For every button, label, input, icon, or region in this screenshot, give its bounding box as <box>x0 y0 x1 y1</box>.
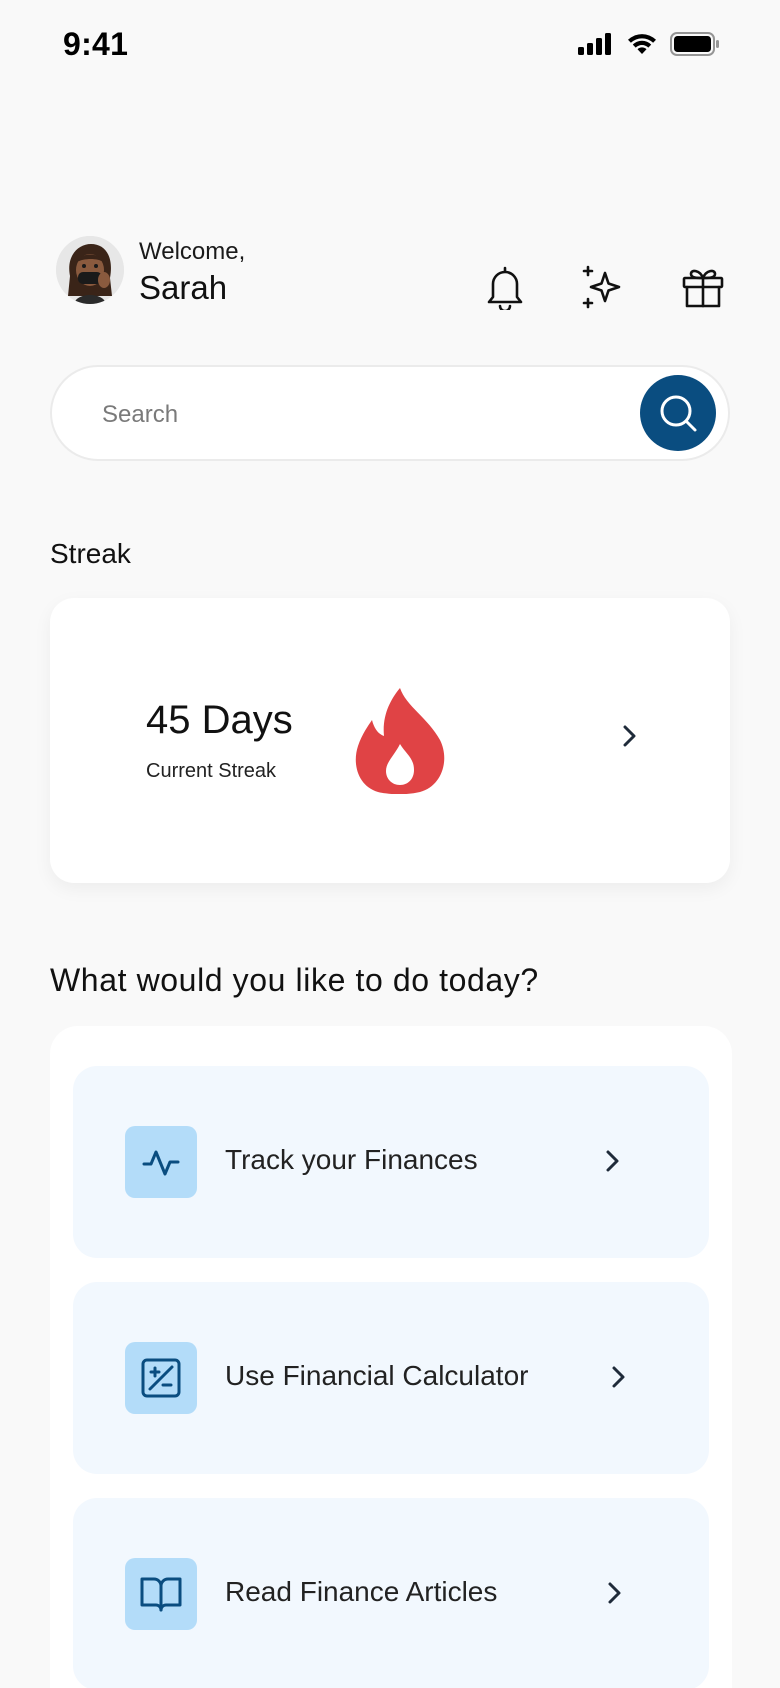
battery-icon <box>670 32 719 56</box>
streak-section-title: Streak <box>50 538 131 569</box>
gift-icon <box>682 269 724 308</box>
avatar-image <box>56 236 124 304</box>
action-financial-calculator[interactable]: Use Financial Calculator <box>73 1282 709 1474</box>
streak-days: 45 Days <box>146 698 293 742</box>
search-icon <box>660 395 697 432</box>
calculator-icon <box>141 1358 181 1398</box>
action-track-finances[interactable]: Track your Finances <box>73 1066 709 1258</box>
ai-sparkles-button[interactable] <box>578 262 628 312</box>
chevron-right-icon <box>608 1582 621 1604</box>
status-time: 9:41 <box>63 26 129 62</box>
chevron-right-icon <box>623 725 636 747</box>
action-finance-articles[interactable]: Read Finance Articles <box>73 1498 709 1688</box>
actions-card: Track your Finances Use Financial Calcul… <box>50 1026 732 1688</box>
status-icons <box>578 32 720 56</box>
search-bar <box>50 365 730 461</box>
action-icon-tile <box>125 1342 197 1414</box>
flame-icon <box>355 688 445 794</box>
home-screen: 9:41 Welcome, Sarah Search Streak 45 Day… <box>0 0 780 1688</box>
search-input[interactable] <box>102 395 622 435</box>
sparkles-icon <box>582 265 621 309</box>
action-icon-tile <box>125 1558 197 1630</box>
chevron-right-icon <box>606 1150 619 1172</box>
user-name: Sarah <box>139 269 228 306</box>
notifications-button[interactable] <box>480 262 530 312</box>
rewards-gift-button[interactable] <box>678 262 728 312</box>
streak-card[interactable]: 45 Days Current Streak <box>50 598 730 883</box>
status-bar: 9:41 <box>0 0 780 92</box>
chevron-right-icon <box>612 1366 625 1388</box>
actions-section-title: What would you like to do today? <box>50 962 539 998</box>
action-label: Read Finance Articles <box>225 1576 498 1607</box>
action-icon-tile <box>125 1126 197 1198</box>
wifi-icon <box>628 34 656 54</box>
action-label: Track your Finances <box>225 1144 478 1175</box>
welcome-text: Welcome, <box>139 238 246 265</box>
action-label: Use Financial Calculator <box>225 1360 529 1391</box>
open-book-icon <box>140 1577 182 1612</box>
bell-icon <box>487 266 523 310</box>
header: Welcome, Sarah <box>56 236 726 310</box>
avatar[interactable] <box>56 236 124 304</box>
cellular-signal-icon <box>578 33 611 55</box>
activity-pulse-icon <box>142 1150 180 1176</box>
streak-caption: Current Streak <box>146 760 277 782</box>
search-button[interactable] <box>640 375 716 451</box>
